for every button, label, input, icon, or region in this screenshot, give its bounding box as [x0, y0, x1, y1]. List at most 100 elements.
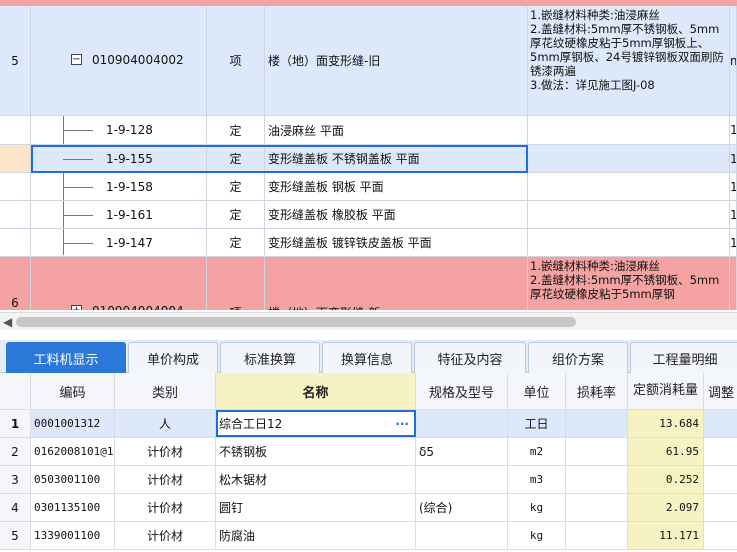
item-name[interactable]: 楼（地）面变形缝-新: [265, 257, 528, 310]
item-code-cell[interactable]: 1-9-161: [31, 201, 207, 228]
ellipsis-button[interactable]: ···: [395, 417, 409, 431]
table-row[interactable]: 5 1339001100 计价材 防腐油 kg 11.171: [0, 522, 737, 550]
resource-code[interactable]: 0503001100: [31, 466, 115, 493]
resource-category[interactable]: 计价材: [115, 438, 216, 465]
resource-code[interactable]: 0001001312: [31, 410, 115, 437]
resource-code[interactable]: 0301135100: [31, 494, 115, 521]
resource-unit[interactable]: 工日: [508, 410, 566, 437]
tab-unit-price[interactable]: 单价构成: [128, 342, 218, 373]
col-header-consumption[interactable]: 定额消耗量: [628, 373, 704, 409]
col-header-unit[interactable]: 单位: [508, 373, 566, 409]
resource-consumption[interactable]: 2.097: [628, 494, 704, 521]
table-row[interactable]: 2 0162008101@1 计价材 不锈钢板 δ5 m2 61.95: [0, 438, 737, 466]
tab-standard-conversion[interactable]: 标准换算: [220, 342, 320, 373]
resource-name[interactable]: 圆钉: [216, 494, 416, 521]
resource-spec[interactable]: [416, 522, 508, 549]
scroll-left-icon[interactable]: ◀: [3, 315, 12, 329]
item-name[interactable]: 楼（地）面变形缝-旧: [265, 6, 528, 115]
resource-spec[interactable]: δ5: [416, 438, 508, 465]
resource-unit[interactable]: m2: [508, 438, 566, 465]
item-code-cell[interactable]: + 010904004004: [31, 257, 207, 310]
resource-adjust[interactable]: [704, 522, 737, 549]
resource-consumption[interactable]: 0.252: [628, 466, 704, 493]
resource-code[interactable]: 0162008101@1: [31, 438, 115, 465]
resource-unit[interactable]: m3: [508, 466, 566, 493]
table-row[interactable]: 3 0503001100 计价材 松木锯材 m3 0.252: [0, 466, 737, 494]
item-features[interactable]: [528, 201, 730, 228]
table-row[interactable]: 1-9-147 定 变形缝盖板 镀锌铁皮盖板 平面 1: [0, 229, 737, 257]
resource-name[interactable]: 不锈钢板: [216, 438, 416, 465]
tab-features[interactable]: 特征及内容: [414, 342, 526, 373]
bill-items-grid[interactable]: 5 − 010904004002 项 楼（地）面变形缝-旧 1.嵌缝材料种类:油…: [0, 0, 737, 310]
table-row[interactable]: 1-9-128 定 油浸麻丝 平面 1: [0, 116, 737, 145]
item-features[interactable]: [528, 173, 730, 200]
item-code-cell[interactable]: − 010904004002: [31, 6, 207, 115]
tab-conversion-info[interactable]: 换算信息: [322, 342, 412, 373]
resource-category[interactable]: 计价材: [115, 494, 216, 521]
table-row[interactable]: 6 + 010904004004 项 楼（地）面变形缝-新 1.嵌缝材料种类:油…: [0, 257, 737, 310]
tree-branch: [63, 130, 93, 131]
resource-unit[interactable]: kg: [508, 522, 566, 549]
item-name[interactable]: 变形缝盖板 橡胶板 平面: [265, 201, 528, 228]
col-header-name[interactable]: 名称: [216, 373, 416, 409]
resources-grid[interactable]: 编码 类别 名称 规格及型号 单位 损耗率 定额消耗量 调整 1 0001001…: [0, 373, 737, 552]
resource-consumption[interactable]: 61.95: [628, 438, 704, 465]
item-code-cell[interactable]: 1-9-128: [31, 116, 207, 144]
item-features[interactable]: 1.嵌缝材料种类:油浸麻丝 2.盖缝材料:5mm厚不锈钢板、5mm厚花纹硬橡皮粘…: [528, 257, 730, 310]
resource-unit[interactable]: kg: [508, 494, 566, 521]
table-row[interactable]: 1-9-161 定 变形缝盖板 橡胶板 平面 1: [0, 201, 737, 229]
table-row[interactable]: 4 0301135100 计价材 圆钉 (综合) kg 2.097: [0, 494, 737, 522]
item-features[interactable]: [528, 116, 730, 144]
item-name[interactable]: 油浸麻丝 平面: [265, 116, 528, 144]
item-name[interactable]: 变形缝盖板 钢板 平面: [265, 173, 528, 200]
tab-resources[interactable]: 工料机显示: [6, 342, 126, 373]
resource-consumption[interactable]: 11.171: [628, 522, 704, 549]
resource-adjust[interactable]: [704, 438, 737, 465]
resource-category[interactable]: 人: [115, 410, 216, 437]
resource-consumption[interactable]: 13.684: [628, 410, 704, 437]
resource-adjust[interactable]: [704, 494, 737, 521]
resource-loss[interactable]: [566, 410, 628, 437]
tab-pricing-scheme[interactable]: 组价方案: [528, 342, 628, 373]
resource-loss[interactable]: [566, 522, 628, 549]
item-code-cell[interactable]: 1-9-158: [31, 173, 207, 200]
item-type: 项: [207, 257, 265, 310]
collapse-icon[interactable]: −: [71, 54, 82, 65]
resource-loss[interactable]: [566, 438, 628, 465]
resource-loss[interactable]: [566, 466, 628, 493]
resource-spec[interactable]: [416, 410, 508, 437]
expand-icon[interactable]: +: [71, 305, 82, 310]
resource-adjust[interactable]: [704, 466, 737, 493]
resource-name[interactable]: 防腐油: [216, 522, 416, 549]
col-header-loss[interactable]: 损耗率: [566, 373, 628, 409]
item-name[interactable]: 变形缝盖板 不锈钢盖板 平面: [265, 145, 528, 172]
tab-quantity-detail[interactable]: 工程量明细: [630, 342, 737, 373]
resource-spec[interactable]: (综合): [416, 494, 508, 521]
resource-name-editing[interactable]: 综合工日12 ···: [216, 410, 416, 437]
item-code-cell[interactable]: 1-9-147: [31, 229, 207, 256]
resource-code[interactable]: 1339001100: [31, 522, 115, 549]
resource-name[interactable]: 松木锯材: [216, 466, 416, 493]
item-unit: 1: [730, 201, 737, 228]
resource-loss[interactable]: [566, 494, 628, 521]
item-features[interactable]: [528, 229, 730, 256]
table-row[interactable]: 5 − 010904004002 项 楼（地）面变形缝-旧 1.嵌缝材料种类:油…: [0, 6, 737, 116]
item-features[interactable]: 1.嵌缝材料种类:油浸麻丝 2.盖缝材料:5mm厚不锈钢板、5mm厚花纹硬橡皮粘…: [528, 6, 730, 115]
resource-category[interactable]: 计价材: [115, 466, 216, 493]
scrollbar-thumb[interactable]: [16, 317, 576, 327]
item-name[interactable]: 变形缝盖板 镀锌铁皮盖板 平面: [265, 229, 528, 256]
table-row-selected[interactable]: 1 0001001312 人 综合工日12 ··· 工日 13.684: [0, 410, 737, 438]
table-row[interactable]: 1-9-158 定 变形缝盖板 钢板 平面 1: [0, 173, 737, 201]
col-header-spec[interactable]: 规格及型号: [416, 373, 508, 409]
horizontal-scrollbar[interactable]: ◀: [0, 312, 737, 330]
item-features[interactable]: [528, 145, 730, 172]
item-code: 1-9-147: [106, 235, 153, 250]
table-row-selected[interactable]: 1-9-155 定 变形缝盖板 不锈钢盖板 平面 1: [0, 145, 737, 173]
resource-category[interactable]: 计价材: [115, 522, 216, 549]
col-header-adjust[interactable]: 调整: [704, 373, 737, 409]
col-header-code[interactable]: 编码: [31, 373, 115, 409]
resource-adjust[interactable]: [704, 410, 737, 437]
col-header-category[interactable]: 类别: [115, 373, 216, 409]
item-code-cell[interactable]: 1-9-155: [31, 145, 207, 172]
resource-spec[interactable]: [416, 466, 508, 493]
